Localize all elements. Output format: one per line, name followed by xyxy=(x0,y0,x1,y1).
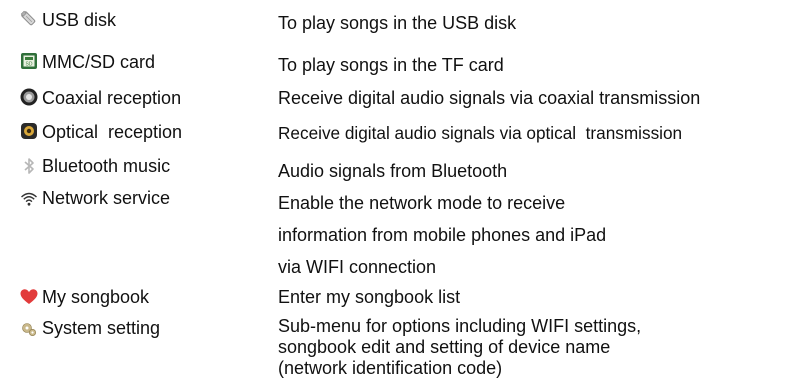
svg-text:SD: SD xyxy=(26,62,33,68)
description-line: (network identification code) xyxy=(278,358,503,378)
description-line: information from mobile phones and iPad xyxy=(278,225,607,245)
menu-item-label: USB disk xyxy=(42,10,117,30)
menu-item-description: Sub-menu for options including WIFI sett… xyxy=(278,316,641,379)
menu-item-label: Coaxial reception xyxy=(42,88,182,108)
description-line: Sub-menu for options including WIFI sett… xyxy=(278,316,642,336)
wifi-icon xyxy=(20,190,38,208)
menu-item-label: Optical reception xyxy=(42,122,183,142)
usb-disk-icon xyxy=(20,10,38,28)
description-line: Enable the network mode to receive xyxy=(278,193,566,213)
menu-item-label: Network service xyxy=(42,188,171,208)
menu-item-label: MMC/SD card xyxy=(42,52,156,72)
menu-item-description: Audio signals from Bluetooth xyxy=(278,161,508,181)
menu-item-description: Receive digital audio signals via coaxia… xyxy=(278,88,701,108)
coaxial-icon xyxy=(20,88,38,106)
menu-item-description: To play songs in the TF card xyxy=(278,55,504,75)
menu-item-description: Enter my songbook list xyxy=(278,287,461,307)
optical-icon xyxy=(20,122,38,140)
menu-item-description: Enable the network mode to receive infor… xyxy=(278,192,606,278)
sd-card-icon: SD xyxy=(20,52,38,70)
heart-icon xyxy=(20,288,38,306)
menu-item-label: Bluetooth music xyxy=(42,156,171,176)
bluetooth-icon xyxy=(20,157,38,175)
description-line: via WIFI connection xyxy=(278,257,437,277)
menu-item-label: My songbook xyxy=(42,287,150,307)
menu-item-description: Receive digital audio signals via optica… xyxy=(278,123,683,143)
gear-icon xyxy=(20,320,38,338)
menu-item-label: System setting xyxy=(42,318,161,338)
description-line: songbook edit and setting of device name xyxy=(278,337,611,357)
menu-item-description: To play songs in the USB disk xyxy=(278,13,517,33)
